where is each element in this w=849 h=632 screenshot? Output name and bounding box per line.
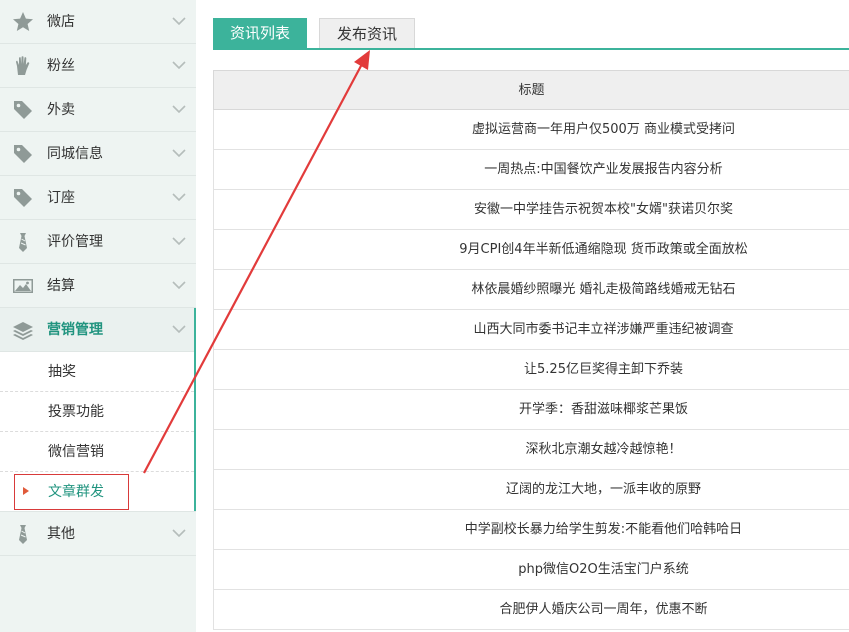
tag-icon [12,187,34,209]
tag-icon [12,143,34,165]
row-title: 让5.25亿巨奖得主卸下乔装 [524,362,683,377]
table-row[interactable]: php微信O2O生活宝门户系统 [213,550,849,590]
chevron-down-icon [171,190,187,204]
row-title: 林依晨婚纱照曝光 婚礼走极简路线婚戒无钻石 [471,282,736,297]
sidebar-item-label: 营销管理 [47,322,103,338]
sidebar-item-reservation[interactable]: 订座 [0,176,196,220]
row-title: 中学副校长暴力给学生剪发:不能看他们哈韩哈日 [464,522,743,537]
column-header-title: 标题 [518,83,545,98]
table-row[interactable]: 让5.25亿巨奖得主卸下乔装 [213,350,849,390]
table-row[interactable]: 一周热点:中国餐饮产业发展报告内容分析 [213,150,849,190]
submenu-item-label: 投票功能 [48,404,104,420]
star-icon [12,11,34,33]
row-title: 辽阔的龙江大地，一派丰收的原野 [505,482,701,497]
submenu-item-label: 微信营销 [48,444,104,460]
image-icon [12,275,34,297]
submenu-item-wechat-marketing[interactable]: 微信营销 [0,432,194,472]
chevron-down-icon [171,322,187,336]
sidebar-item-reviews[interactable]: 评价管理 [0,220,196,264]
row-title: 安徽一中学挂告示祝贺本校"女婿"获诺贝尔奖 [474,202,733,217]
table-row[interactable]: 虚拟运营商一年用户仅500万 商业模式受拷问 [213,110,849,150]
sidebar-item-label: 评价管理 [47,234,103,250]
sidebar-item-other[interactable]: 其他 [0,511,196,556]
table-row[interactable]: 开学季：香甜滋味椰浆芒果饭 [213,390,849,430]
table-row[interactable]: 合肥伊人婚庆公司一周年，优惠不断 [213,590,849,630]
chevron-down-icon [171,146,187,160]
row-title: 9月CPI创4年半新低通缩隐现 货币政策或全面放松 [459,242,748,257]
row-title: 一周热点:中国餐饮产业发展报告内容分析 [484,162,723,177]
row-title: php微信O2O生活宝门户系统 [518,562,689,577]
tie-icon [12,231,34,253]
sidebar-item-fans[interactable]: 粉丝 [0,44,196,88]
sidebar-item-label: 外卖 [47,102,75,118]
sidebar-item-weidian[interactable]: 微店 [0,0,196,44]
sidebar-item-takeout[interactable]: 外卖 [0,88,196,132]
sidebar-item-label: 粉丝 [47,58,75,74]
chevron-down-icon [171,526,187,540]
submenu-item-voting[interactable]: 投票功能 [0,392,194,432]
chevron-down-icon [171,278,187,292]
row-title: 虚拟运营商一年用户仅500万 商业模式受拷问 [472,122,735,137]
tab-publish-news[interactable]: 发布资讯 [319,18,415,49]
sidebar-item-local-info[interactable]: 同城信息 [0,132,196,176]
tabs-underline [213,48,849,50]
row-title: 开学季：香甜滋味椰浆芒果饭 [518,402,688,417]
sidebar-item-marketing[interactable]: 营销管理 [0,308,196,352]
table-row[interactable]: 林依晨婚纱照曝光 婚礼走极简路线婚戒无钻石 [213,270,849,310]
table-row[interactable]: 辽阔的龙江大地，一派丰收的原野 [213,470,849,510]
table-row[interactable]: 9月CPI创4年半新低通缩隐现 货币政策或全面放松 [213,230,849,270]
row-title: 深秋北京潮女越冷越惊艳！ [525,442,682,457]
sidebar-item-settlement[interactable]: 结算 [0,264,196,308]
tab-news-list[interactable]: 资讯列表 [213,18,307,49]
table-row[interactable]: 中学副校长暴力给学生剪发:不能看他们哈韩哈日 [213,510,849,550]
sidebar-item-label: 其他 [47,526,75,542]
table-row[interactable]: 深秋北京潮女越冷越惊艳！ [213,430,849,470]
news-table: 标题 虚拟运营商一年用户仅500万 商业模式受拷问 一周热点:中国餐饮产业发展报… [213,70,849,630]
hand-icon [12,55,34,77]
highlight-box [14,474,129,510]
sidebar-item-label: 订座 [47,190,75,206]
chevron-down-icon [171,102,187,116]
chevron-down-icon [171,14,187,28]
submenu-item-lottery[interactable]: 抽奖 [0,352,194,392]
sidebar-item-label: 结算 [47,278,75,294]
submenu-item-label: 抽奖 [48,364,76,380]
table-row[interactable]: 山西大同市委书记丰立祥涉嫌严重违纪被调查 [213,310,849,350]
sidebar-item-label: 微店 [47,14,75,30]
table-header: 标题 [213,70,849,110]
sidebar: 微店 粉丝 外卖 同城信息 订座 评价管理 结算 营销管理 抽奖 投票功能 微信… [0,0,196,632]
row-title: 合肥伊人婚庆公司一周年，优惠不断 [499,602,708,617]
chevron-down-icon [171,58,187,72]
tag-icon [12,99,34,121]
layers-icon [12,319,34,341]
chevron-down-icon [171,234,187,248]
row-title: 山西大同市委书记丰立祥涉嫌严重违纪被调查 [473,322,734,337]
table-row[interactable]: 安徽一中学挂告示祝贺本校"女婿"获诺贝尔奖 [213,190,849,230]
tie-icon [12,523,34,545]
sidebar-item-label: 同城信息 [47,146,103,162]
